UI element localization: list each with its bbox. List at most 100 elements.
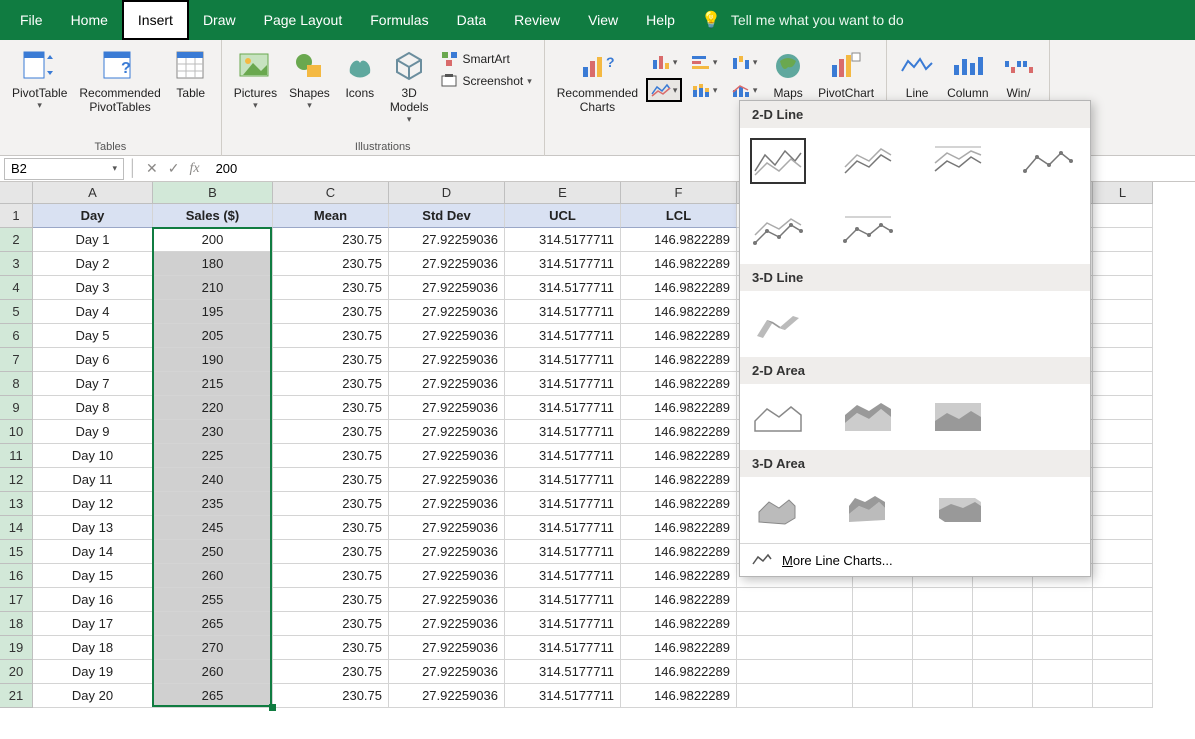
cell[interactable]: 230 [153, 420, 273, 444]
cell[interactable]: 146.9822289 [621, 324, 737, 348]
cell[interactable]: 146.9822289 [621, 636, 737, 660]
cell[interactable] [1093, 252, 1153, 276]
cell[interactable]: 265 [153, 612, 273, 636]
cell[interactable]: 314.5177711 [505, 636, 621, 660]
cell[interactable]: 230.75 [273, 492, 389, 516]
column-header[interactable]: E [505, 182, 621, 204]
cell[interactable] [1093, 228, 1153, 252]
cell[interactable] [1093, 660, 1153, 684]
cell[interactable]: Day 2 [33, 252, 153, 276]
3d-stacked-area-chart-option[interactable] [840, 487, 896, 533]
more-line-charts-button[interactable]: More Line Charts... [740, 543, 1090, 576]
cell[interactable]: 27.92259036 [389, 588, 505, 612]
cell[interactable]: Day 18 [33, 636, 153, 660]
row-header[interactable]: 9 [0, 396, 33, 420]
row-header[interactable]: 6 [0, 324, 33, 348]
menu-help[interactable]: Help [632, 0, 689, 40]
cell[interactable]: 314.5177711 [505, 684, 621, 708]
cell[interactable]: 230.75 [273, 252, 389, 276]
cell[interactable]: 230.75 [273, 348, 389, 372]
row-header[interactable]: 2 [0, 228, 33, 252]
cell[interactable]: 190 [153, 348, 273, 372]
cell[interactable]: 146.9822289 [621, 588, 737, 612]
cell[interactable]: 27.92259036 [389, 228, 505, 252]
cell[interactable] [1093, 564, 1153, 588]
cell[interactable]: 195 [153, 300, 273, 324]
pictures-button[interactable]: Pictures [228, 44, 283, 113]
3d-line-chart-option[interactable] [750, 301, 806, 347]
row-header[interactable]: 10 [0, 420, 33, 444]
line-chart-button[interactable]: ▾ [646, 78, 682, 102]
cell[interactable]: 27.92259036 [389, 372, 505, 396]
shapes-button[interactable]: Shapes [283, 44, 336, 113]
cell[interactable]: 27.92259036 [389, 324, 505, 348]
column-header[interactable]: L [1093, 182, 1153, 204]
cell[interactable]: Day 10 [33, 444, 153, 468]
row-header[interactable]: 14 [0, 516, 33, 540]
sparkline-line-button[interactable]: Line [893, 44, 941, 102]
column-header[interactable]: F [621, 182, 737, 204]
cell[interactable] [1093, 420, 1153, 444]
cell[interactable]: 210 [153, 276, 273, 300]
enter-formula-icon[interactable]: ✓ [168, 160, 180, 177]
cell[interactable]: 230.75 [273, 636, 389, 660]
cell[interactable]: Day 4 [33, 300, 153, 324]
cell[interactable] [1093, 540, 1153, 564]
menu-data[interactable]: Data [443, 0, 501, 40]
cell[interactable] [1093, 684, 1153, 708]
column-chart-button[interactable]: ▾ [646, 50, 682, 74]
cell[interactable]: 27.92259036 [389, 396, 505, 420]
line-markers-chart-option[interactable] [1020, 138, 1076, 184]
cell[interactable]: 27.92259036 [389, 492, 505, 516]
row-header[interactable]: 13 [0, 492, 33, 516]
cell[interactable]: 27.92259036 [389, 636, 505, 660]
cell[interactable]: 146.9822289 [621, 444, 737, 468]
cell[interactable] [853, 660, 913, 684]
cell[interactable] [737, 660, 853, 684]
cell[interactable] [737, 612, 853, 636]
3d-models-button[interactable]: 3D Models [384, 44, 435, 127]
cell[interactable]: 146.9822289 [621, 396, 737, 420]
cell[interactable]: Day 11 [33, 468, 153, 492]
cell[interactable] [1093, 444, 1153, 468]
cell[interactable]: 230.75 [273, 324, 389, 348]
cell[interactable] [1093, 492, 1153, 516]
cell[interactable] [973, 636, 1033, 660]
row-header[interactable]: 17 [0, 588, 33, 612]
cell[interactable]: Day 5 [33, 324, 153, 348]
cell[interactable]: UCL [505, 204, 621, 228]
cell[interactable]: Day 12 [33, 492, 153, 516]
sparkline-column-button[interactable]: Column [941, 44, 994, 102]
tellme-input[interactable]: Tell me what you want to do [731, 12, 904, 28]
cell[interactable]: 27.92259036 [389, 516, 505, 540]
cell[interactable]: 146.9822289 [621, 564, 737, 588]
row-header[interactable]: 4 [0, 276, 33, 300]
cell[interactable]: Day 15 [33, 564, 153, 588]
row-header[interactable]: 16 [0, 564, 33, 588]
cell[interactable]: 245 [153, 516, 273, 540]
row-header[interactable]: 18 [0, 612, 33, 636]
cell[interactable] [1093, 204, 1153, 228]
cell[interactable]: 146.9822289 [621, 612, 737, 636]
cell[interactable]: 230.75 [273, 420, 389, 444]
cell[interactable]: 27.92259036 [389, 276, 505, 300]
cell[interactable]: 205 [153, 324, 273, 348]
cell[interactable]: 314.5177711 [505, 300, 621, 324]
cell[interactable] [913, 612, 973, 636]
cell[interactable] [913, 588, 973, 612]
cell[interactable]: Day 6 [33, 348, 153, 372]
screenshot-button[interactable]: Screenshot ▾ [437, 70, 536, 92]
cell[interactable]: Day 8 [33, 396, 153, 420]
cell[interactable] [1033, 684, 1093, 708]
cell[interactable]: Day 13 [33, 516, 153, 540]
cell[interactable]: 146.9822289 [621, 540, 737, 564]
cell[interactable]: 314.5177711 [505, 276, 621, 300]
cell[interactable]: 260 [153, 564, 273, 588]
cell[interactable]: 314.5177711 [505, 372, 621, 396]
pivotchart-button[interactable]: PivotChart [812, 44, 880, 102]
cell[interactable]: 314.5177711 [505, 228, 621, 252]
name-box[interactable]: B2 ▾ [4, 158, 124, 180]
3d-100-stacked-area-chart-option[interactable] [930, 487, 986, 533]
table-button[interactable]: Table [167, 44, 215, 102]
stacked-bar-chart-button[interactable]: ▾ [686, 78, 722, 102]
